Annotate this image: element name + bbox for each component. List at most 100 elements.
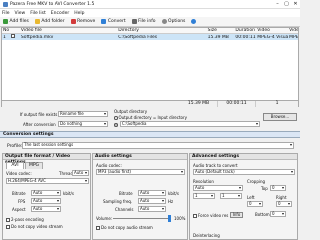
menu-view[interactable]: View	[15, 11, 26, 16]
res-height-input[interactable]: 1	[220, 193, 242, 199]
add-folder-button[interactable]: Add folder	[34, 18, 66, 26]
tab-mpg[interactable]: MPG	[25, 162, 43, 169]
col-video[interactable]: Video	[256, 28, 288, 33]
volume-value: 100%	[174, 216, 186, 221]
channels-select[interactable]: Auto	[138, 206, 166, 212]
two-pass-box[interactable]	[6, 218, 10, 222]
output-custom-option[interactable]	[114, 122, 119, 127]
table-row[interactable]: 1 ✓ Softpedia.mkv C:\Softpedia Files 15.…	[2, 34, 298, 40]
status-size: 15.39 MB	[180, 101, 218, 107]
deinterlacing-label: Deinterlacing	[193, 233, 220, 238]
res-width-input[interactable]: 1	[193, 193, 215, 199]
section-title: Conversion settings	[3, 132, 54, 137]
remove-icon	[70, 19, 76, 24]
menu-file[interactable]: File	[2, 11, 10, 16]
tab-avi[interactable]: AVI	[6, 162, 24, 169]
sampling-unit: Hz	[168, 199, 174, 204]
after-conversion-select[interactable]: Do nothing	[58, 121, 108, 127]
resolution-label: Resolution	[193, 179, 214, 184]
audio-bitrate-unit: kbit/s	[168, 191, 179, 196]
audio-track-select[interactable]: Auto (Default track)	[193, 169, 295, 175]
after-label: After conversion	[23, 122, 56, 127]
crop-left-input[interactable]: 0	[247, 201, 263, 207]
options-label: Options	[168, 19, 186, 24]
window-title: Pazera Free MKV to AVI Converter 1.5	[10, 1, 95, 7]
menu-help[interactable]: Help	[74, 11, 84, 16]
menu-encoder[interactable]: Encoder	[51, 11, 69, 16]
maximize-button[interactable]: ▢	[282, 0, 291, 9]
force-ratio-checkbox[interactable]: Force video res	[193, 213, 228, 218]
two-pass-label: 2-pass encoding	[11, 217, 44, 222]
add-folder-label: Add folder	[41, 19, 65, 24]
force-ratio-box[interactable]	[193, 214, 197, 218]
row-size: 15.39 MB	[207, 34, 229, 40]
crop-top-label: Top	[261, 186, 268, 191]
row-checkbox[interactable]: ✓	[10, 34, 20, 40]
volume-slider-track[interactable]	[113, 218, 171, 219]
help-button[interactable]	[190, 18, 199, 26]
output-directory-input[interactable]: C:\Softpedia	[120, 121, 260, 127]
title-bar: Pazera Free MKV to AVI Converter 1.5 – ▢…	[0, 0, 300, 9]
crop-left-label: Left	[247, 195, 255, 200]
radio-custom[interactable]	[114, 123, 118, 127]
threads-select[interactable]: Auto	[72, 170, 89, 176]
file-info-button[interactable]: File info	[131, 18, 157, 26]
minimize-button[interactable]: –	[273, 0, 282, 9]
volume-slider-thumb[interactable]	[168, 215, 171, 222]
output-same-option[interactable]: Output directory = Input directory	[114, 115, 187, 120]
volume-label: Volume:	[96, 216, 113, 221]
audio-bitrate-label: Bitrate	[119, 191, 133, 196]
channels-label: Channels	[115, 207, 134, 212]
profile-label: Profile:	[7, 144, 23, 149]
col-video-file[interactable]: Video file	[20, 28, 117, 33]
no-copy-video-checkbox[interactable]: Do not copy video stream	[6, 224, 63, 229]
status-count: 1	[275, 101, 279, 106]
video-codec-select[interactable]: H.264/MPEG-4 AVC	[6, 178, 89, 184]
add-files-button[interactable]: Add files	[2, 18, 30, 26]
close-button[interactable]: ✕	[291, 0, 300, 9]
two-pass-checkbox[interactable]: 2-pass encoding	[6, 217, 44, 222]
col-directory[interactable]: Directory	[117, 28, 206, 33]
row-duration: 00:00:11	[235, 34, 256, 40]
audio-bitrate-select[interactable]: Auto	[138, 190, 166, 196]
col-video-2[interactable]: Video	[288, 28, 298, 33]
remove-button[interactable]: Remove	[70, 18, 97, 26]
no-copy-audio-label: Do not copy audio stream	[101, 225, 153, 230]
no-copy-audio-box[interactable]	[96, 226, 100, 230]
audio-panel-title: Audio settings	[93, 154, 187, 160]
col-size[interactable]: Size	[207, 28, 235, 33]
toolbar: Add files Add folder Remove Convert File…	[0, 17, 300, 27]
opt1-label: Output directory = Input directory	[118, 115, 187, 120]
cropping-label: Cropping	[247, 179, 266, 184]
no-copy-audio-checkbox[interactable]: Do not copy audio stream	[96, 225, 153, 230]
profile-select[interactable]: The last session settings	[22, 142, 294, 149]
aspect-label: Aspect	[12, 207, 26, 212]
aspect-select[interactable]: Auto	[31, 206, 61, 212]
convert-button[interactable]: Convert	[100, 18, 126, 26]
menu-bar: File View File list Encoder Help	[0, 9, 300, 17]
crop-bottom-input[interactable]: 0	[270, 211, 286, 217]
resolution-select[interactable]: Auto	[193, 185, 243, 191]
file-list[interactable]: No Video file Directory Size Duration Vi…	[1, 27, 299, 101]
add-files-icon	[3, 19, 8, 24]
fps-select[interactable]: Auto	[31, 198, 61, 204]
no-copy-video-box[interactable]	[6, 225, 10, 229]
crop-top-input[interactable]: 0	[270, 185, 286, 191]
sampling-select[interactable]: Auto	[138, 198, 166, 204]
video-bitrate-select[interactable]: Auto	[31, 190, 61, 196]
app-icon	[3, 1, 8, 7]
browse-button[interactable]: Browse...	[263, 113, 297, 121]
col-no[interactable]: No	[2, 28, 10, 33]
folder-icon	[34, 19, 40, 24]
remove-label: Remove	[77, 19, 96, 24]
crop-right-input[interactable]: 0	[276, 201, 292, 207]
options-button[interactable]: Options	[161, 18, 187, 26]
row-video: MPEG-4 Visual (X...	[257, 34, 289, 40]
col-duration[interactable]: Duration	[234, 28, 256, 33]
menu-file-list[interactable]: File list	[30, 11, 46, 16]
radio-same[interactable]	[114, 116, 118, 120]
if-exists-select[interactable]: Rename file	[58, 111, 108, 117]
audio-codec-select[interactable]: MP3 (audio first)	[96, 169, 185, 175]
info-button[interactable]: Info	[230, 212, 243, 218]
file-info-label: File info	[138, 19, 156, 24]
